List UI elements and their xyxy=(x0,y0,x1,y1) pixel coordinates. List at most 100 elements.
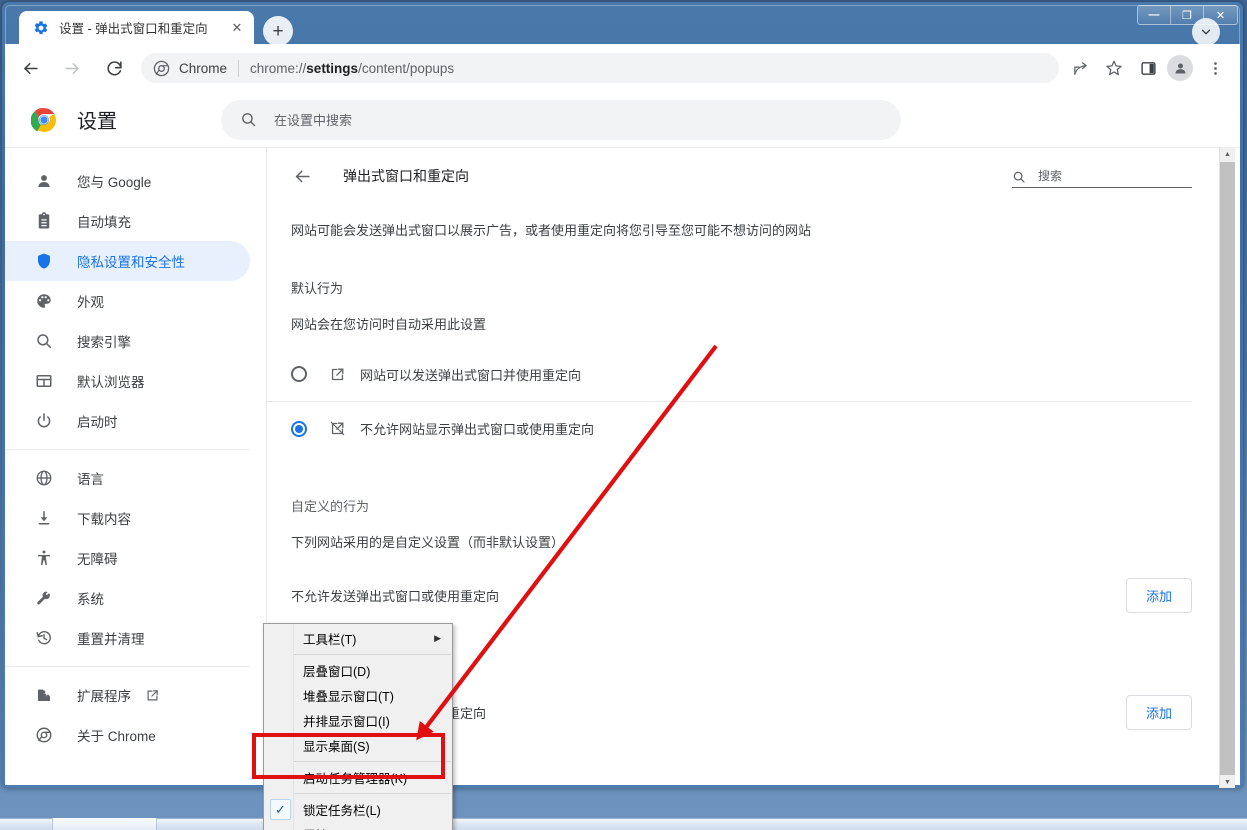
close-window-button[interactable]: ✕ xyxy=(1204,6,1237,24)
page-scrollbar[interactable]: ▲ ▼ xyxy=(1219,147,1235,788)
close-icon[interactable]: ✕ xyxy=(228,19,246,37)
sidebar-item-autofill[interactable]: 自动填充 xyxy=(5,201,250,241)
radio-option-block-popups[interactable]: 不允许网站显示弹出式窗口或使用重定向 xyxy=(267,401,1192,455)
star-icon[interactable] xyxy=(1099,53,1129,83)
settings-search-input[interactable]: 在设置中搜索 xyxy=(221,99,901,140)
settings-body: 您与 Google 自动填充 隐私设置和安全性 外观 搜索引擎 默认浏览器 启动… xyxy=(5,148,1240,785)
radio-button-unselected[interactable] xyxy=(291,366,307,382)
taskbar-window-button[interactable] xyxy=(52,818,157,830)
sidebar-item-label: 无障碍 xyxy=(77,552,118,567)
radio-option-label: 网站可以发送弹出式窗口并使用重定向 xyxy=(360,367,582,383)
back-arrow-icon[interactable] xyxy=(13,51,47,85)
three-dot-menu-icon[interactable] xyxy=(1200,53,1230,83)
settings-gear-icon xyxy=(33,20,49,36)
sidebar-item-reset-cleanup[interactable]: 重置并清理 xyxy=(5,618,250,658)
sidebar-item-privacy-security[interactable]: 隐私设置和安全性 xyxy=(5,241,250,281)
scroll-up-arrow-icon[interactable]: ▲ xyxy=(1220,147,1235,162)
page-title: 设置 xyxy=(77,111,117,133)
sidebar-item-you-and-google[interactable]: 您与 Google xyxy=(5,161,250,201)
default-behavior-heading: 默认行为 xyxy=(291,281,344,296)
sidebar-item-label: 扩展程序 xyxy=(77,689,131,704)
sidebar-item-system[interactable]: 系统 xyxy=(5,578,250,618)
history-restore-icon xyxy=(34,628,54,648)
download-icon xyxy=(34,508,54,528)
sidebar-item-about-chrome[interactable]: 关于 Chrome xyxy=(5,715,250,755)
sidebar-item-label: 自动填充 xyxy=(77,215,131,230)
context-menu-item-toolbars[interactable]: 工具栏(T) ▶ xyxy=(264,626,452,651)
external-link-icon[interactable] xyxy=(145,688,160,703)
person-icon xyxy=(34,171,54,191)
sidebar-item-label: 您与 Google xyxy=(77,175,152,190)
search-icon xyxy=(34,331,54,351)
minimize-button[interactable]: — xyxy=(1138,6,1171,24)
content-search-placeholder: 搜索 xyxy=(1038,169,1063,183)
add-blocked-site-button[interactable]: 添加 xyxy=(1125,577,1192,613)
url-bold-part: settings xyxy=(306,60,359,76)
sidebar-item-appearance[interactable]: 外观 xyxy=(5,281,250,321)
puzzle-icon xyxy=(34,685,54,705)
content-title: 弹出式窗口和重定向 xyxy=(343,168,469,184)
search-icon xyxy=(1012,170,1026,184)
shield-icon xyxy=(34,251,54,271)
sidebar-item-accessibility[interactable]: 无障碍 xyxy=(5,538,250,578)
sidebar-item-label: 搜索引擎 xyxy=(77,335,131,350)
sidebar-item-downloads[interactable]: 下载内容 xyxy=(5,498,250,538)
radio-dot xyxy=(295,424,303,433)
sidebar-item-on-startup[interactable]: 启动时 xyxy=(5,401,250,441)
context-menu-item-label: 属性(R) xyxy=(303,825,345,830)
radio-option-allow-popups[interactable]: 网站可以发送弹出式窗口并使用重定向 xyxy=(267,347,1192,401)
scrollbar-thumb[interactable] xyxy=(1220,162,1235,775)
context-menu-item-start-task-manager[interactable]: 启动任务管理器(K) xyxy=(264,765,452,790)
omnibox-divider xyxy=(238,59,240,77)
content-sub-header: 弹出式窗口和重定向 搜索 xyxy=(267,148,1240,204)
palette-icon xyxy=(34,291,54,311)
sidebar-item-label: 关于 Chrome xyxy=(77,729,156,744)
wrench-icon xyxy=(34,588,54,608)
sidebar-item-languages[interactable]: 语言 xyxy=(5,458,250,498)
browser-window: 设置 - 弹出式窗口和重定向 ✕ + — ❐ ✕ Chrome chrome:/… xyxy=(2,2,1243,788)
tab-strip: 设置 - 弹出式窗口和重定向 ✕ + — ❐ ✕ xyxy=(2,2,1243,46)
sidebar-item-label: 下载内容 xyxy=(77,512,131,527)
radio-button-selected[interactable] xyxy=(291,420,307,437)
sidebar-divider xyxy=(5,449,250,450)
scroll-down-arrow-icon[interactable]: ▼ xyxy=(1220,775,1235,788)
new-tab-button[interactable]: + xyxy=(263,16,293,46)
sidebar-item-default-browser[interactable]: 默认浏览器 xyxy=(5,361,250,401)
taskbar-context-menu: 工具栏(T) ▶ 层叠窗口(D) 堆叠显示窗口(T) 并排显示窗口(I) 显示桌… xyxy=(263,623,453,830)
context-menu-item-stack-windows[interactable]: 堆叠显示窗口(T) xyxy=(264,683,452,708)
maximize-button[interactable]: ❐ xyxy=(1171,6,1204,24)
accessibility-icon xyxy=(34,548,54,568)
side-panel-icon[interactable] xyxy=(1133,53,1163,83)
sidebar-item-label: 隐私设置和安全性 xyxy=(77,255,185,270)
back-arrow-icon[interactable] xyxy=(291,165,313,187)
sidebar-item-label: 启动时 xyxy=(77,415,118,430)
context-menu-item-label: 并排显示窗口(I) xyxy=(303,715,390,729)
chrome-logo-icon xyxy=(34,725,54,745)
share-icon[interactable] xyxy=(1065,53,1095,83)
sidebar-item-label: 外观 xyxy=(77,295,104,310)
context-menu-item-side-by-side-windows[interactable]: 并排显示窗口(I) xyxy=(264,708,452,733)
settings-sidebar: 您与 Google 自动填充 隐私设置和安全性 外观 搜索引擎 默认浏览器 启动… xyxy=(5,148,267,785)
sidebar-item-search-engine[interactable]: 搜索引擎 xyxy=(5,321,250,361)
sidebar-item-extensions[interactable]: 扩展程序 xyxy=(5,675,250,715)
context-menu-item-cascade-windows[interactable]: 层叠窗口(D) xyxy=(264,658,452,683)
windows-taskbar[interactable] xyxy=(0,818,1247,830)
content-search-input[interactable]: 搜索 xyxy=(1012,162,1192,188)
browser-window-icon xyxy=(34,371,54,391)
chrome-logo-icon xyxy=(30,107,57,133)
context-menu-item-lock-taskbar[interactable]: ✓ 锁定任务栏(L) xyxy=(264,797,452,822)
add-allowed-site-button[interactable]: 添加 xyxy=(1125,694,1192,730)
profile-avatar-icon[interactable] xyxy=(1167,55,1193,81)
browser-tab[interactable]: 设置 - 弹出式窗口和重定向 ✕ xyxy=(19,11,254,44)
context-menu-item-label: 启动任务管理器(K) xyxy=(303,772,408,786)
custom-behavior-subtext: 下列网站采用的是自定义设置（而非默认设置） xyxy=(291,535,565,550)
address-bar[interactable]: Chrome chrome://settings/content/popups xyxy=(141,53,1059,83)
context-menu-item-show-desktop[interactable]: 显示桌面(S) xyxy=(264,733,452,758)
checkmark-icon: ✓ xyxy=(270,799,291,820)
reload-icon[interactable] xyxy=(97,51,131,85)
context-menu-item-properties[interactable]: 属性(R) xyxy=(264,822,452,830)
custom-behavior-heading: 自定义的行为 xyxy=(291,499,370,514)
browser-toolbar: Chrome chrome://settings/content/popups xyxy=(5,44,1240,92)
url-prefix: chrome:// xyxy=(250,60,307,76)
forward-arrow-icon xyxy=(55,51,89,85)
